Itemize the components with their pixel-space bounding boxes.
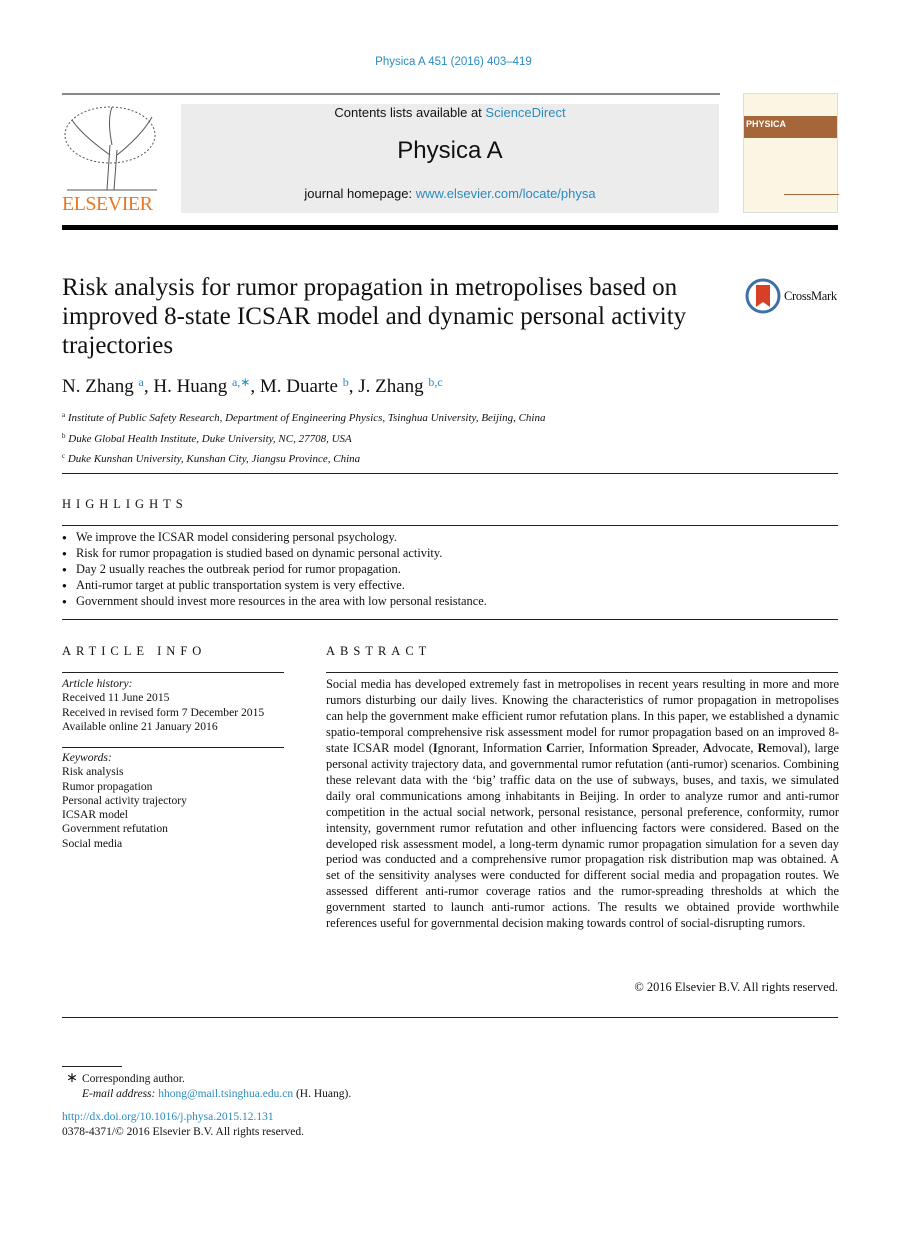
abstract-bold-letter: R — [757, 740, 767, 755]
affiliation: c Duke Kunshan University, Kunshan City,… — [62, 452, 361, 466]
crossmark-icon — [745, 278, 781, 314]
footnote-rule — [62, 1066, 122, 1067]
article-title: Risk analysis for rumor propagation in m… — [62, 274, 687, 359]
crossmark-button[interactable]: CrossMark — [745, 278, 837, 314]
highlight-item: We improve the ICSAR model considering p… — [62, 529, 487, 546]
abstract-segment: gnorant, Information — [437, 740, 547, 755]
keyword: Risk analysis — [62, 765, 124, 779]
history-item: Received in revised form 7 December 2015 — [62, 705, 265, 719]
abstract-bold-letter: S — [652, 740, 659, 755]
keyword: ICSAR model — [62, 808, 129, 822]
homepage-link[interactable]: www.elsevier.com/locate/physa — [416, 186, 596, 201]
keyword: Rumor propagation — [62, 779, 153, 793]
author[interactable]: M. Duarte b — [260, 375, 349, 397]
divider — [62, 672, 284, 673]
elsevier-tree-icon — [64, 106, 157, 191]
abstract-segment: preader, — [658, 740, 703, 755]
keywords: Keywords: Risk analysis Rumor propagatio… — [62, 751, 187, 850]
journal-citation[interactable]: Physica A 451 (2016) 403–419 — [0, 56, 907, 68]
highlight-item: Day 2 usually reaches the outbreak perio… — [62, 561, 487, 578]
abstract-segment: dvocate, — [711, 740, 758, 755]
abstract-bold-letter: A — [702, 740, 712, 755]
divider — [62, 747, 284, 748]
author[interactable]: N. Zhang a — [62, 375, 144, 397]
author[interactable]: J. Zhang b,c — [358, 375, 443, 397]
article-info-heading: ARTICLE INFO — [62, 644, 207, 658]
cover-title: PHYSICA — [746, 119, 787, 129]
affiliation: a Institute of Public Safety Research, D… — [62, 411, 546, 424]
keyword: Social media — [62, 836, 123, 850]
crossmark-label: CrossMark — [784, 288, 837, 303]
history-item: Available online 21 January 2016 — [62, 719, 218, 733]
article-history: Article history: Received 11 June 2015 R… — [62, 677, 265, 733]
footnotes: ∗ Corresponding author. E-mail address: h… — [62, 1071, 352, 1138]
highlights-list: We improve the ICSAR model considering p… — [62, 529, 487, 610]
sciencedirect-link[interactable]: ScienceDirect — [485, 105, 565, 120]
abstract-text: Social media has developed extremely fas… — [326, 677, 839, 932]
author-list: N. Zhang a, H. Huang a,∗, M. Duarte b, J… — [62, 375, 443, 397]
doi-link[interactable]: http://dx.doi.org/10.1016/j.physa.2015.1… — [62, 1110, 351, 1125]
issn: 0378-4371/© 2016 Elsevier B.V. All right… — [62, 1126, 305, 1138]
header-rule — [62, 225, 838, 230]
divider — [62, 93, 720, 95]
contents-text: Contents lists available at — [334, 105, 486, 120]
divider — [62, 1017, 838, 1018]
highlight-item: Risk for rumor propagation is studied ba… — [62, 545, 487, 562]
divider — [326, 672, 838, 673]
history-item: Received 11 June 2015 — [62, 691, 170, 705]
elsevier-wordmark: ELSEVIER — [62, 193, 153, 215]
elsevier-logo[interactable]: ELSEVIER — [62, 105, 160, 215]
copyright: © 2016 Elsevier B.V. All rights reserved… — [634, 980, 838, 994]
divider — [62, 619, 838, 620]
keyword: Government refutation — [62, 822, 168, 836]
journal-header-box: Contents lists available at ScienceDirec… — [181, 104, 719, 213]
homepage-label: journal homepage: — [304, 186, 416, 201]
divider — [62, 473, 838, 474]
affiliation: b Duke Global Health Institute, Duke Uni… — [62, 431, 352, 445]
abstract-segment: emoval), large personal activity traject… — [326, 740, 839, 931]
abstract-heading: ABSTRACT — [326, 644, 432, 658]
highlight-item: Anti-rumor target at public transportati… — [62, 577, 487, 594]
abstract-bold-letter: C — [546, 740, 556, 755]
keyword: Personal activity trajectory — [62, 793, 187, 807]
affiliations: a Institute of Public Safety Research, D… — [62, 407, 545, 469]
divider — [62, 525, 838, 526]
highlight-item: Government should invest more resources … — [62, 593, 487, 610]
author[interactable]: H. Huang a,∗ — [153, 375, 250, 397]
journal-cover[interactable]: PHYSICA — [743, 93, 839, 213]
highlights-heading: HIGHLIGHTS — [62, 497, 188, 511]
email-link[interactable]: hhong@mail.tsinghua.edu.cn — [158, 1088, 293, 1100]
journal-title: Physica A — [397, 137, 503, 164]
abstract-segment: arrier, Information — [555, 740, 653, 755]
